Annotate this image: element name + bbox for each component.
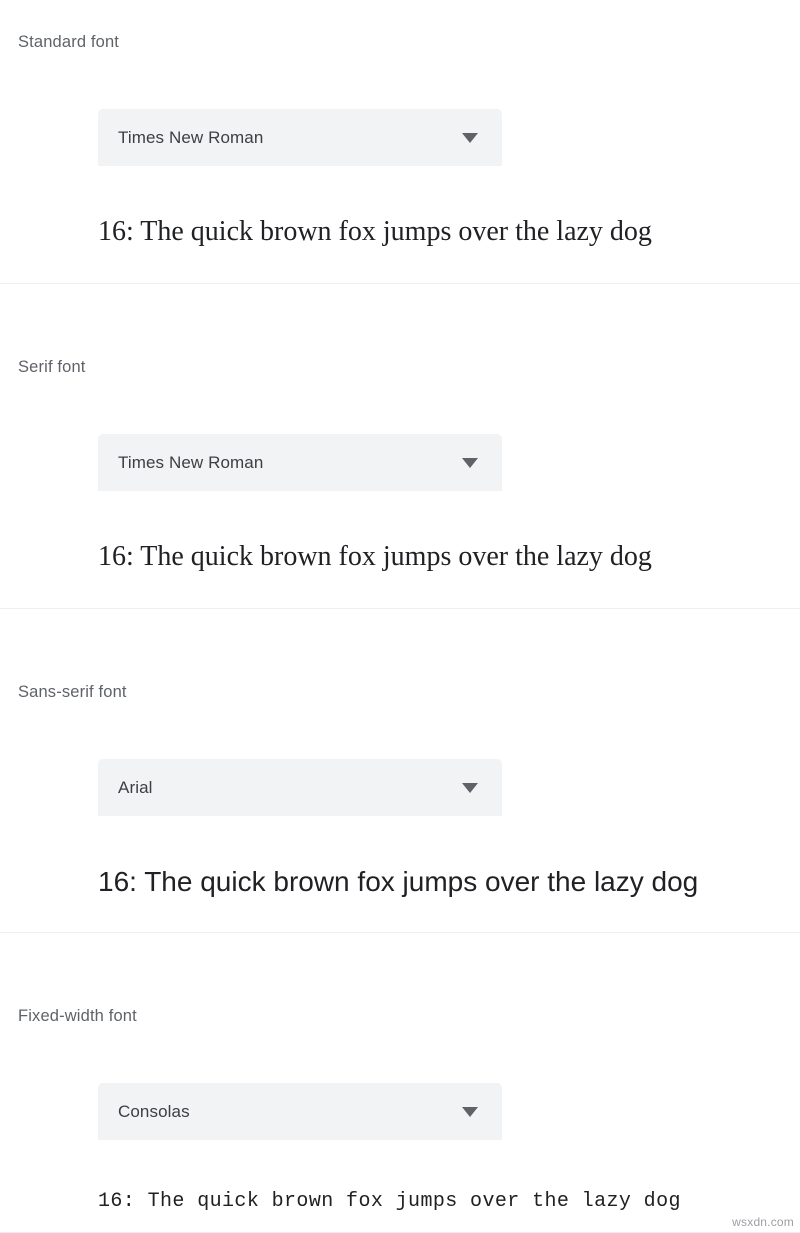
fixed-width-font-select-value: Consolas [118, 1101, 190, 1121]
font-section-serif: Serif font Times New Roman 16: The quick… [0, 284, 800, 609]
sans-serif-font-select[interactable]: Arial [98, 759, 502, 816]
chevron-down-icon [458, 126, 482, 150]
font-section-standard: Standard font Times New Roman 16: The qu… [0, 0, 800, 284]
serif-font-select-value: Times New Roman [118, 452, 264, 472]
fixed-width-font-preview: 16: The quick brown fox jumps over the l… [98, 1190, 681, 1213]
section-label-serif: Serif font [18, 358, 86, 376]
chevron-down-icon [458, 776, 482, 800]
site-watermark: wsxdn.com [732, 1215, 794, 1229]
sans-serif-font-select-value: Arial [118, 777, 153, 797]
serif-font-select[interactable]: Times New Roman [98, 434, 502, 491]
font-settings-page: Standard font Times New Roman 16: The qu… [0, 0, 800, 1233]
standard-font-preview: 16: The quick brown fox jumps over the l… [98, 216, 652, 247]
section-label-fixed-width: Fixed-width font [18, 1007, 137, 1025]
font-section-sans-serif: Sans-serif font Arial 16: The quick brow… [0, 609, 800, 933]
chevron-down-icon [458, 451, 482, 475]
standard-font-select[interactable]: Times New Roman [98, 109, 502, 166]
section-label-sans-serif: Sans-serif font [18, 683, 127, 701]
chevron-down-icon [458, 1100, 482, 1124]
section-label-standard: Standard font [18, 33, 120, 51]
standard-font-select-value: Times New Roman [118, 127, 264, 147]
font-section-fixed-width: Fixed-width font Consolas 16: The quick … [0, 933, 800, 1233]
sans-serif-font-preview: 16: The quick brown fox jumps over the l… [98, 866, 699, 897]
serif-font-preview: 16: The quick brown fox jumps over the l… [98, 541, 652, 572]
fixed-width-font-select[interactable]: Consolas [98, 1083, 502, 1140]
